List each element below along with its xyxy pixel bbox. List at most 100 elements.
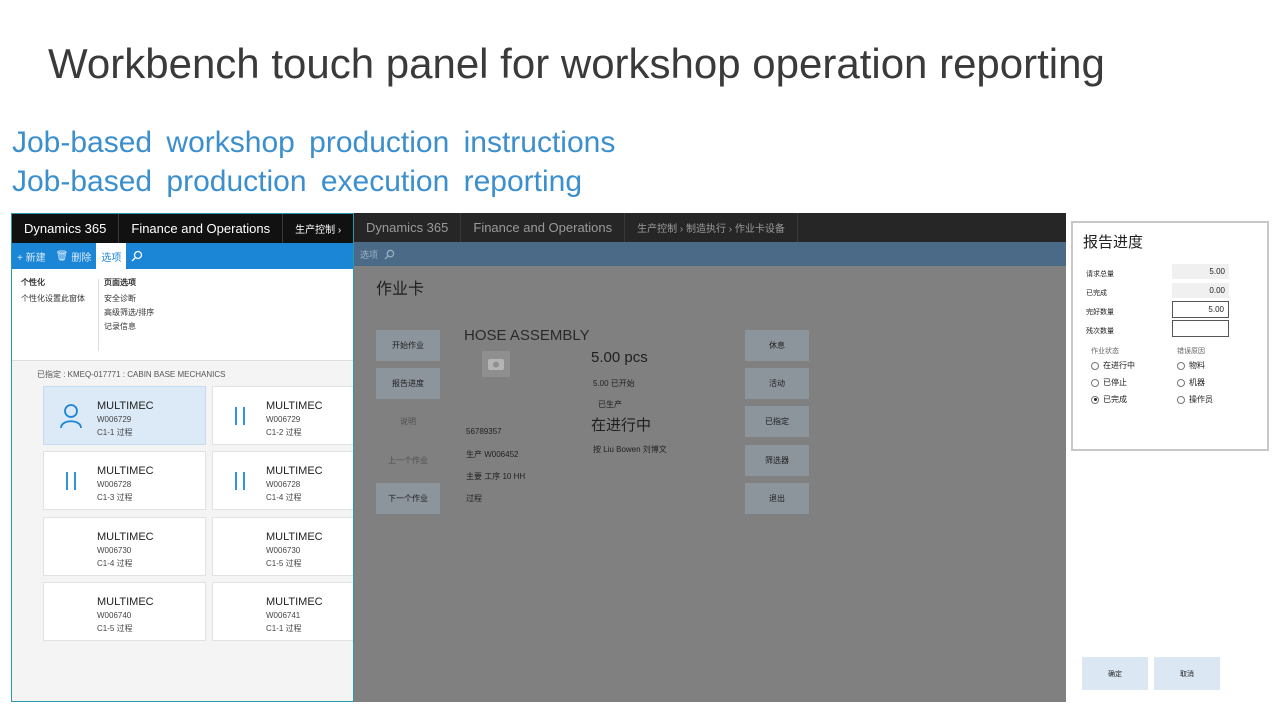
job-operation: C1-5 过程 [266, 559, 302, 568]
production-order: 生产 W006452 [466, 450, 519, 459]
job-title: MULTIMEC [97, 531, 154, 543]
menu-divider [98, 279, 99, 351]
scrap-qty-input[interactable] [1172, 320, 1229, 337]
job-id: W006728 [266, 480, 301, 489]
item-name: HOSE ASSEMBLY [464, 327, 590, 344]
job-id: W006740 [97, 611, 132, 620]
activity-button[interactable]: 活动 [745, 368, 809, 399]
job-card[interactable]: MULTIMEC W006729 C1-1 过程 [43, 386, 206, 445]
ok-button[interactable]: 确定 [1082, 657, 1148, 690]
job-status-header: 作业状态 [1091, 348, 1119, 355]
reason-operator-radio[interactable]: 操作员 [1177, 394, 1213, 405]
radio-icon [1177, 395, 1185, 404]
job-title: MULTIMEC [97, 400, 154, 412]
job-id: W006730 [266, 546, 301, 555]
start-job-button[interactable]: 开始作业 [376, 330, 440, 361]
report-progress-button[interactable]: 报告进度 [376, 368, 440, 399]
search-icon[interactable] [384, 249, 395, 260]
radio-label: 机器 [1189, 378, 1205, 387]
radio-label: 操作员 [1189, 395, 1213, 404]
quantity-label: 5.00 pcs [591, 349, 648, 366]
job-card-device-window: Dynamics 365 Finance and Operations 生产控制… [354, 213, 1066, 702]
job-title: MULTIMEC [97, 465, 154, 477]
slide-title: Workbench touch panel for workshop opera… [48, 40, 1105, 87]
job-operation: C1-2 过程 [266, 428, 302, 437]
action-ribbon: + 新建 🗑 删除 选项 [12, 243, 353, 269]
status-in-progress-radio[interactable]: 在进行中 [1091, 360, 1135, 371]
good-qty-label: 完好数量 [1086, 309, 1114, 316]
assigned-button[interactable]: 已指定 [745, 406, 809, 437]
job-operation: C1-1 过程 [266, 624, 302, 633]
exit-button[interactable]: 退出 [745, 483, 809, 514]
workbench-list-window: Dynamics 365 Finance and Operations 生产控制… [11, 213, 354, 702]
scrap-qty-label: 残次数量 [1086, 328, 1114, 335]
record-info-link[interactable]: 记录信息 [104, 321, 154, 332]
job-operation: C1-4 过程 [266, 493, 302, 502]
security-diagnostics-link[interactable]: 安全诊断 [104, 293, 154, 304]
breadcrumb[interactable]: 生产控制 › 制造执行 › 作业卡设备 [625, 213, 798, 242]
job-card[interactable]: MULTIMEC W006729 C1-2 过程 [212, 386, 353, 445]
personalize-form-link[interactable]: 个性化设置此窗体 [21, 293, 85, 304]
breadcrumb[interactable]: 生产控制 › [283, 214, 353, 243]
subtitle-reporting: Job-based production execution reporting [12, 165, 583, 198]
status-completed-radio[interactable]: 已完成 [1091, 394, 1127, 405]
pause-icon [66, 472, 76, 490]
instructions-button[interactable]: 说明 [376, 406, 440, 437]
report-progress-panel: 报告进度 请求总量 5.00 已完成 0.00 完好数量 5.00 残次数量 作… [1066, 213, 1280, 702]
delete-button[interactable]: 🗑 删除 [51, 243, 97, 269]
previous-job-button[interactable]: 上一个作业 [376, 445, 440, 476]
completed-qty-value: 0.00 [1172, 283, 1229, 298]
job-card[interactable]: MULTIMEC W006740 C1-5 过程 [43, 582, 206, 641]
page-title: 作业卡 [376, 281, 425, 298]
good-qty-input[interactable]: 5.00 [1172, 301, 1229, 318]
product-link[interactable]: Finance and Operations [119, 214, 284, 243]
filter-button[interactable]: 筛选器 [745, 445, 809, 476]
job-title: MULTIMEC [97, 596, 154, 608]
process-label: 过程 [466, 494, 482, 503]
tab-options[interactable]: 选项 [96, 243, 127, 269]
job-card[interactable]: MULTIMEC W006730 C1-4 过程 [43, 517, 206, 576]
page-options-group: 页面选项 安全诊断 高级筛选/排序 记录信息 [104, 277, 154, 335]
assigned-label: 已指定 : KMEQ-017771 : CABIN BASE MECHANICS [37, 370, 226, 379]
radio-icon [1177, 361, 1185, 370]
requested-qty-label: 请求总量 [1086, 271, 1114, 278]
job-title: MULTIMEC [266, 465, 323, 477]
search-button[interactable] [126, 243, 148, 269]
job-card[interactable]: MULTIMEC W006728 C1-4 过程 [212, 451, 353, 510]
job-id: W006728 [97, 480, 132, 489]
job-operation: C1-4 过程 [97, 559, 133, 568]
options-menu-panel: 个性化 个性化设置此窗体 页面选项 安全诊断 高级筛选/排序 记录信息 [12, 269, 353, 361]
page-options-header: 页面选项 [104, 278, 136, 287]
job-title: MULTIMEC [266, 531, 323, 543]
job-id: W006729 [266, 415, 301, 424]
next-job-button[interactable]: 下一个作业 [376, 483, 440, 514]
tab-options[interactable]: 选项 [354, 248, 384, 261]
report-progress-dialog: 报告进度 请求总量 5.00 已完成 0.00 完好数量 5.00 残次数量 作… [1071, 221, 1269, 451]
produced-label: 已生产 [598, 400, 622, 409]
worker-label: 按 Liu Bowen 刘博文 [593, 445, 667, 454]
delete-label: 删除 [71, 252, 92, 264]
radio-icon [1091, 378, 1099, 387]
cancel-button[interactable]: 取消 [1154, 657, 1220, 690]
job-card[interactable]: MULTIMEC W006741 C1-1 过程 [212, 582, 353, 641]
job-id: W006729 [97, 415, 132, 424]
reason-material-radio[interactable]: 物料 [1177, 360, 1205, 371]
personalize-group: 个性化 个性化设置此窗体 [21, 277, 85, 307]
job-card[interactable]: MULTIMEC W006728 C1-3 过程 [43, 451, 206, 510]
brand-link[interactable]: Dynamics 365 [354, 213, 462, 242]
subtitle-instructions: Job-based workshop production instructio… [12, 126, 616, 159]
radio-label: 已完成 [1103, 395, 1127, 404]
trash-icon: 🗑 [55, 250, 69, 262]
personalize-header: 个性化 [21, 278, 45, 287]
pause-icon [235, 407, 245, 425]
radio-label: 在进行中 [1103, 361, 1135, 370]
product-link[interactable]: Finance and Operations [461, 213, 626, 242]
reason-machine-radio[interactable]: 机器 [1177, 377, 1205, 388]
new-button[interactable]: + 新建 [12, 243, 51, 269]
break-button[interactable]: 休息 [745, 330, 809, 361]
status-stopped-radio[interactable]: 已停止 [1091, 377, 1127, 388]
brand-link[interactable]: Dynamics 365 [12, 214, 120, 243]
advanced-filter-link[interactable]: 高级筛选/排序 [104, 307, 154, 318]
radio-icon [1177, 378, 1185, 387]
job-card[interactable]: MULTIMEC W006730 C1-5 过程 [212, 517, 353, 576]
